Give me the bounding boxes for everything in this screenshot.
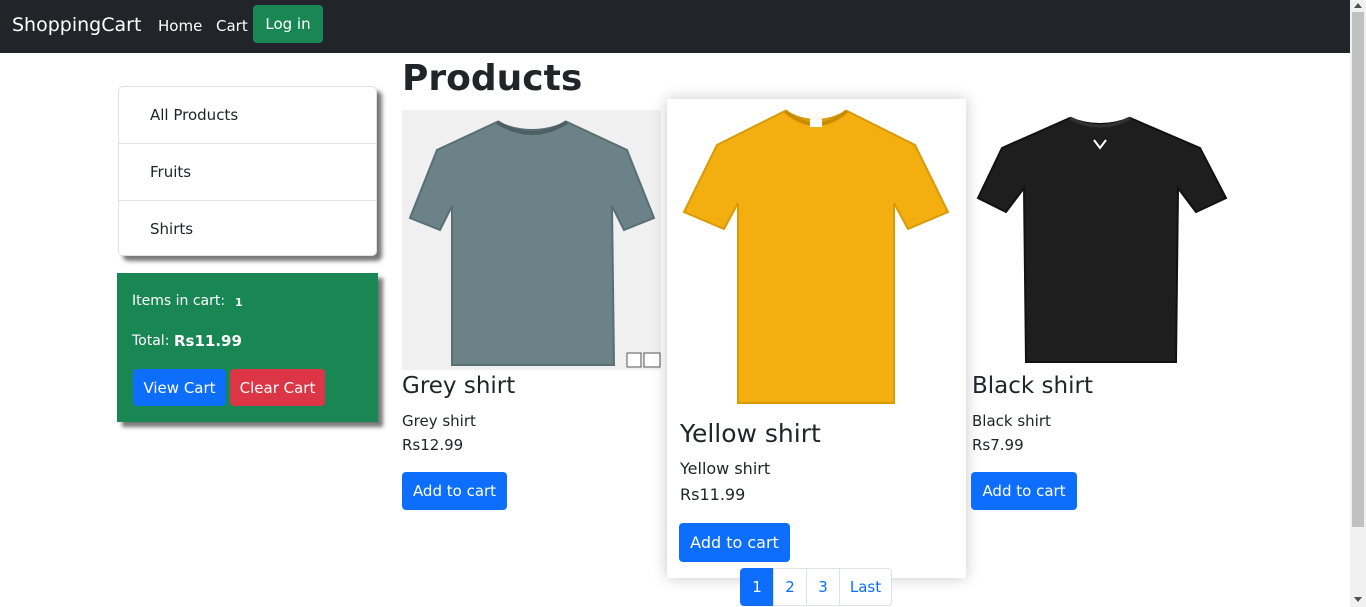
- page-link-1[interactable]: 1: [740, 568, 774, 606]
- page-scrollbar[interactable]: [1350, 0, 1366, 607]
- pagination: 1 2 3 Last: [740, 568, 892, 606]
- add-to-cart-button-grey[interactable]: Add to cart: [402, 472, 507, 510]
- category-item-all-products[interactable]: All Products: [119, 87, 376, 144]
- cart-items-count: 1: [235, 296, 243, 309]
- nav-home-link[interactable]: Home: [158, 17, 202, 35]
- product-desc-grey: Grey shirt: [402, 412, 476, 430]
- category-item-shirts[interactable]: Shirts: [119, 201, 376, 258]
- product-name-grey[interactable]: Grey shirt: [402, 373, 515, 399]
- page-title: Products: [402, 58, 583, 99]
- view-cart-button[interactable]: View Cart: [133, 369, 226, 406]
- category-list: All Products Fruits Shirts: [118, 86, 377, 256]
- cart-total-value: Rs11.99: [174, 332, 242, 350]
- page-link-2[interactable]: 2: [773, 568, 807, 606]
- black-shirt-image[interactable]: [972, 110, 1230, 368]
- page-link-3[interactable]: 3: [806, 568, 840, 606]
- add-to-cart-button-black[interactable]: Add to cart: [971, 472, 1077, 510]
- page-link-last[interactable]: Last: [839, 568, 892, 606]
- cart-total-label: Total:: [132, 333, 170, 349]
- cart-items-label: Items in cart:: [132, 293, 226, 309]
- grey-shirt-image[interactable]: [402, 110, 661, 370]
- scroll-down-arrow-icon[interactable]: [1354, 597, 1362, 602]
- product-price-grey: Rs12.99: [402, 436, 464, 454]
- add-to-cart-button-yellow[interactable]: Add to cart: [679, 523, 790, 562]
- tshirt-icon: [682, 109, 950, 404]
- product-name-yellow[interactable]: Yellow shirt: [680, 419, 821, 448]
- cart-summary: Items in cart: 1 Total: Rs11.99 View Car…: [117, 273, 378, 422]
- product-name-black[interactable]: Black shirt: [972, 373, 1093, 399]
- scroll-thumb[interactable]: [1352, 12, 1364, 527]
- product-price-black: Rs7.99: [972, 436, 1024, 454]
- nav-cart-link[interactable]: Cart: [216, 17, 248, 35]
- category-item-fruits[interactable]: Fruits: [119, 144, 376, 201]
- navbar: ShoppingCart Home Cart Log in: [0, 0, 1350, 53]
- clear-cart-button[interactable]: Clear Cart: [230, 369, 325, 406]
- product-card-featured[interactable]: Yellow shirt Yellow shirt Rs11.99 Add to…: [667, 99, 966, 578]
- scroll-up-arrow-icon[interactable]: [1354, 3, 1362, 8]
- tshirt-icon: [408, 120, 661, 368]
- product-desc-black: Black shirt: [972, 412, 1051, 430]
- tshirt-icon: [976, 116, 1228, 363]
- yellow-shirt-image[interactable]: [680, 107, 952, 407]
- product-price-yellow: Rs11.99: [680, 485, 746, 504]
- brand-link[interactable]: ShoppingCart: [12, 14, 141, 36]
- login-button[interactable]: Log in: [253, 5, 323, 43]
- product-desc-yellow: Yellow shirt: [680, 459, 771, 478]
